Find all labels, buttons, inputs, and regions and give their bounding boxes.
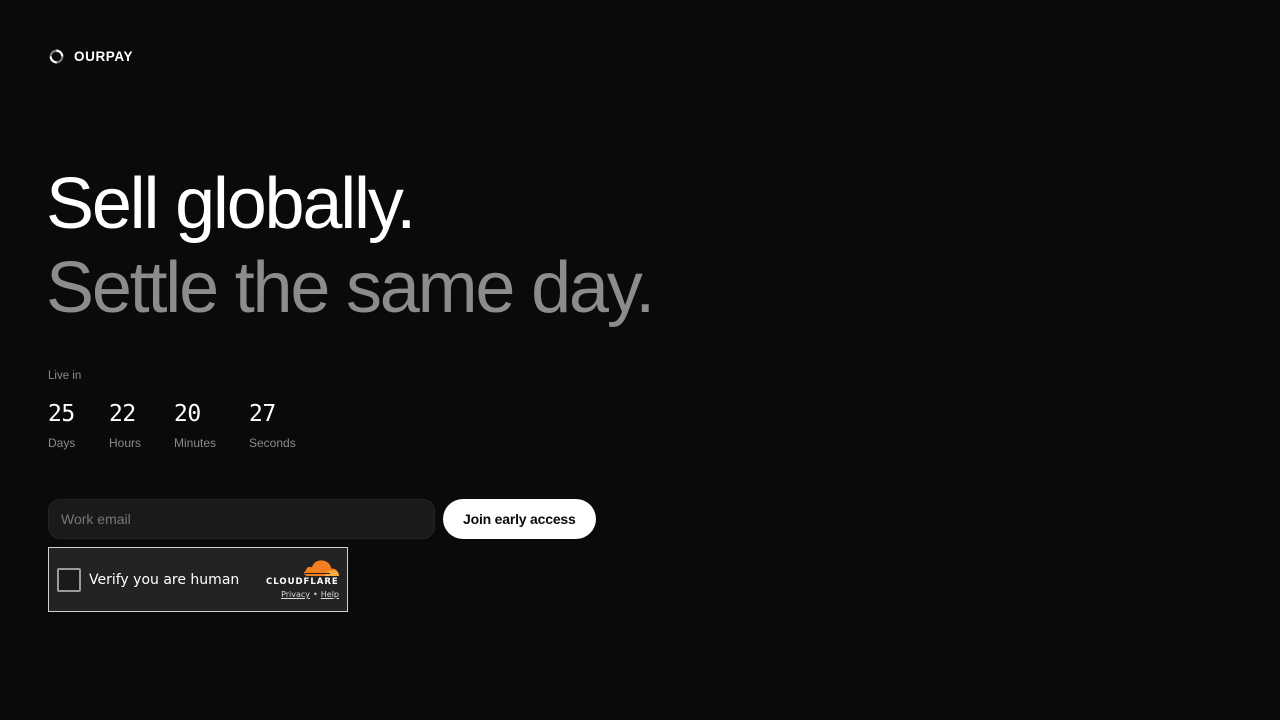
countdown-seconds-value: 27 xyxy=(249,401,276,427)
countdown-label: Live in xyxy=(48,370,82,382)
signup-form: Join early access xyxy=(48,499,596,539)
hero-line-1: Sell globally. xyxy=(46,164,416,244)
cloudflare-wordmark: CLOUDFLARE xyxy=(266,577,339,587)
captcha-widget: Verify you are human CLOUDFLARE Privacy •… xyxy=(48,547,348,612)
countdown-seconds: 27 Seconds xyxy=(249,400,296,450)
countdown-hours-label: Hours xyxy=(109,436,142,450)
circular-arrows-icon xyxy=(49,49,64,64)
countdown-hours: 22 Hours xyxy=(109,400,141,450)
countdown-days-value: 25 xyxy=(48,401,75,427)
link-separator: • xyxy=(313,590,318,599)
help-link[interactable]: Help xyxy=(321,590,339,599)
captcha-label: Verify you are human xyxy=(89,572,240,588)
brand-name: OURPAY xyxy=(74,49,134,64)
hero-headline: Sell globally. Settle the same day. xyxy=(46,162,655,330)
hero-line-2: Settle the same day. xyxy=(46,248,655,328)
countdown-days-label: Days xyxy=(48,436,76,450)
countdown-days: 25 Days xyxy=(48,400,75,450)
brand-logo[interactable]: OURPAY xyxy=(48,48,133,65)
countdown-minutes: 20 Minutes xyxy=(174,400,216,450)
countdown-seconds-label: Seconds xyxy=(249,436,296,450)
countdown-minutes-value: 20 xyxy=(174,401,201,427)
countdown-hours-value: 22 xyxy=(109,401,136,427)
work-email-input[interactable] xyxy=(48,499,435,539)
privacy-link[interactable]: Privacy xyxy=(281,590,310,599)
landing-page: OURPAY Sell globally. Settle the same da… xyxy=(0,0,1280,720)
countdown-minutes-label: Minutes xyxy=(174,436,217,450)
join-early-access-button[interactable]: Join early access xyxy=(443,499,596,539)
captcha-checkbox[interactable] xyxy=(57,568,81,592)
cloud-icon xyxy=(304,560,339,576)
captcha-links: Privacy • Help xyxy=(281,590,339,599)
